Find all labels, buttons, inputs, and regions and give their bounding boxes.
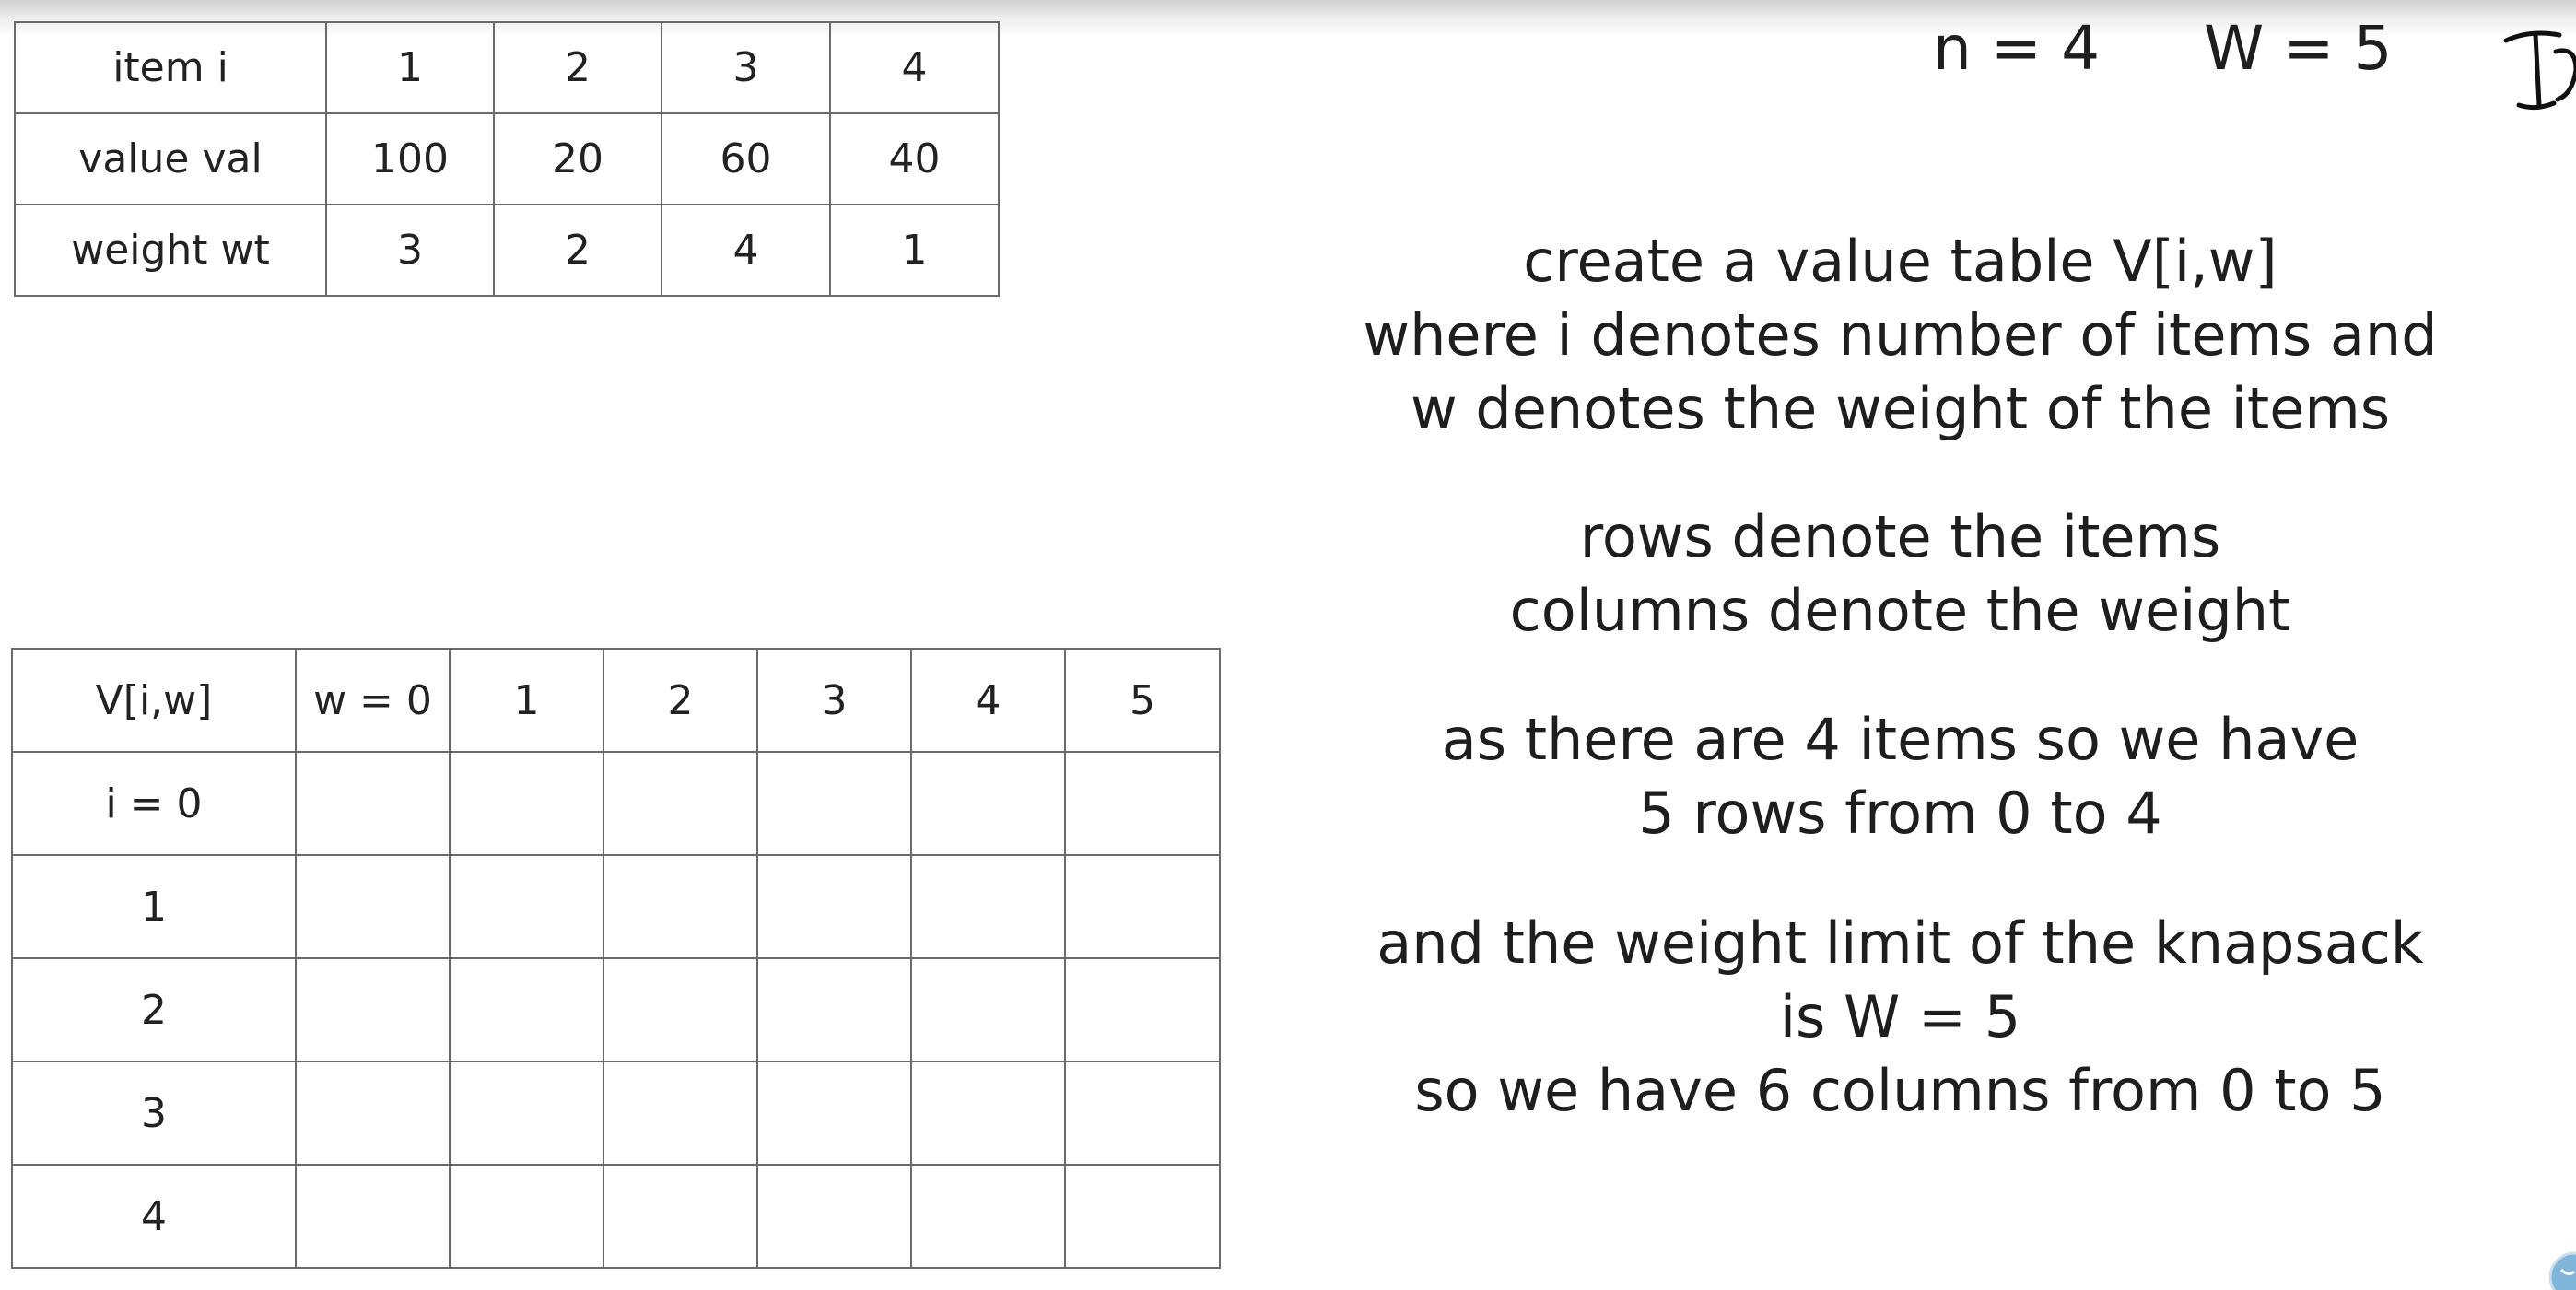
- items-cell: 2: [493, 204, 662, 297]
- value-cell: [756, 957, 912, 1062]
- weight-column-header: 4: [910, 648, 1066, 753]
- explanation-line: w denotes the weight of the items: [1410, 375, 2391, 442]
- item-row-label: 4: [11, 1164, 297, 1269]
- handwritten-mark: [2502, 15, 2576, 125]
- value-table-corner-cell: V[i,w]: [11, 648, 297, 753]
- value-cell: [756, 854, 912, 959]
- explanation-line: rows denote the items: [1579, 503, 2221, 570]
- explanation-line: 5 rows from 0 to 4: [1638, 780, 2162, 847]
- item-row-label: 3: [11, 1061, 297, 1166]
- value-cell: [449, 854, 604, 959]
- value-cell: [295, 1061, 451, 1166]
- explanation-line: create a value table V[i,w]: [1523, 228, 2277, 295]
- explanation-block-1: create a value table V[i,w] where i deno…: [1290, 225, 2511, 446]
- items-cell: 3: [325, 204, 495, 297]
- explanation-line: is W = 5: [1779, 983, 2021, 1050]
- n-label: n = 4: [1933, 13, 2101, 84]
- value-table-row: 4: [11, 1164, 1221, 1269]
- items-row-value: value val 100 20 60 40: [14, 112, 1000, 205]
- value-cell: [603, 854, 758, 959]
- value-cell: [603, 1164, 758, 1269]
- explanation-line: as there are 4 items so we have: [1441, 706, 2359, 773]
- items-header-cell: value val: [14, 112, 327, 205]
- value-cell: [1064, 854, 1221, 959]
- explanation-block-4: and the weight limit of the knapsack is …: [1290, 907, 2511, 1128]
- items-cell: 1: [829, 204, 1000, 297]
- items-header-cell: item i: [14, 21, 327, 114]
- value-cell: [910, 854, 1066, 959]
- value-cell: [449, 1164, 604, 1269]
- explanation-block-3: as there are 4 items so we have 5 rows f…: [1290, 703, 2511, 850]
- items-header-cell: weight wt: [14, 204, 327, 297]
- items-cell: 1: [325, 21, 495, 114]
- items-row-weight: weight wt 3 2 4 1: [14, 204, 1000, 297]
- value-table-header-row: V[i,w] w = 0 1 2 3 4 5: [11, 648, 1221, 753]
- value-table-row: 1: [11, 854, 1221, 959]
- items-row-item: item i 1 2 3 4: [14, 21, 1000, 114]
- weight-column-header: 2: [603, 648, 758, 753]
- value-cell: [1064, 751, 1221, 856]
- weight-column-header: w = 0: [295, 648, 451, 753]
- items-cell: 100: [325, 112, 495, 205]
- value-table-row: i = 0: [11, 751, 1221, 856]
- value-cell: [295, 957, 451, 1062]
- watermark-logo-icon: [2547, 1249, 2576, 1290]
- value-cell: [910, 1164, 1066, 1269]
- item-row-label: 1: [11, 854, 297, 959]
- value-table-row: 3: [11, 1061, 1221, 1166]
- explanation-line: where i denotes number of items and: [1363, 301, 2438, 369]
- value-cell: [449, 751, 604, 856]
- items-cell: 2: [493, 21, 662, 114]
- value-cell: [295, 1164, 451, 1269]
- value-cell: [910, 957, 1066, 1062]
- value-cell: [449, 1061, 604, 1166]
- value-cell: [603, 1061, 758, 1166]
- value-cell: [449, 957, 604, 1062]
- value-cell: [1064, 957, 1221, 1062]
- items-cell: 60: [661, 112, 831, 205]
- value-cell: [1064, 1061, 1221, 1166]
- explanation-line: columns denote the weight: [1509, 577, 2291, 644]
- items-table: item i 1 2 3 4 value val 100 20 60 40 we…: [14, 21, 1000, 297]
- value-cell: [1064, 1164, 1221, 1269]
- value-cell: [295, 854, 451, 959]
- w-limit-label: W = 5: [2204, 13, 2393, 84]
- value-cell: [295, 751, 451, 856]
- explanation-line: so we have 6 columns from 0 to 5: [1414, 1057, 2386, 1124]
- weight-column-header: 1: [449, 648, 604, 753]
- weight-column-header: 5: [1064, 648, 1221, 753]
- item-row-label: 2: [11, 957, 297, 1062]
- explanation-block-2: rows denote the items columns denote the…: [1290, 500, 2511, 648]
- value-cell: [756, 1164, 912, 1269]
- items-cell: 40: [829, 112, 1000, 205]
- value-cell: [756, 751, 912, 856]
- value-cell: [603, 957, 758, 1062]
- explanation-line: and the weight limit of the knapsack: [1376, 909, 2424, 977]
- value-cell: [910, 1061, 1066, 1166]
- items-cell: 4: [661, 204, 831, 297]
- weight-column-header: 3: [756, 648, 912, 753]
- items-cell: 4: [829, 21, 1000, 114]
- item-row-label: i = 0: [11, 751, 297, 856]
- value-cell: [756, 1061, 912, 1166]
- value-table-row: 2: [11, 957, 1221, 1062]
- items-cell: 20: [493, 112, 662, 205]
- items-cell: 3: [661, 21, 831, 114]
- value-cell: [603, 751, 758, 856]
- value-table: V[i,w] w = 0 1 2 3 4 5 i = 0 1 2 3 4: [11, 648, 1221, 1269]
- value-cell: [910, 751, 1066, 856]
